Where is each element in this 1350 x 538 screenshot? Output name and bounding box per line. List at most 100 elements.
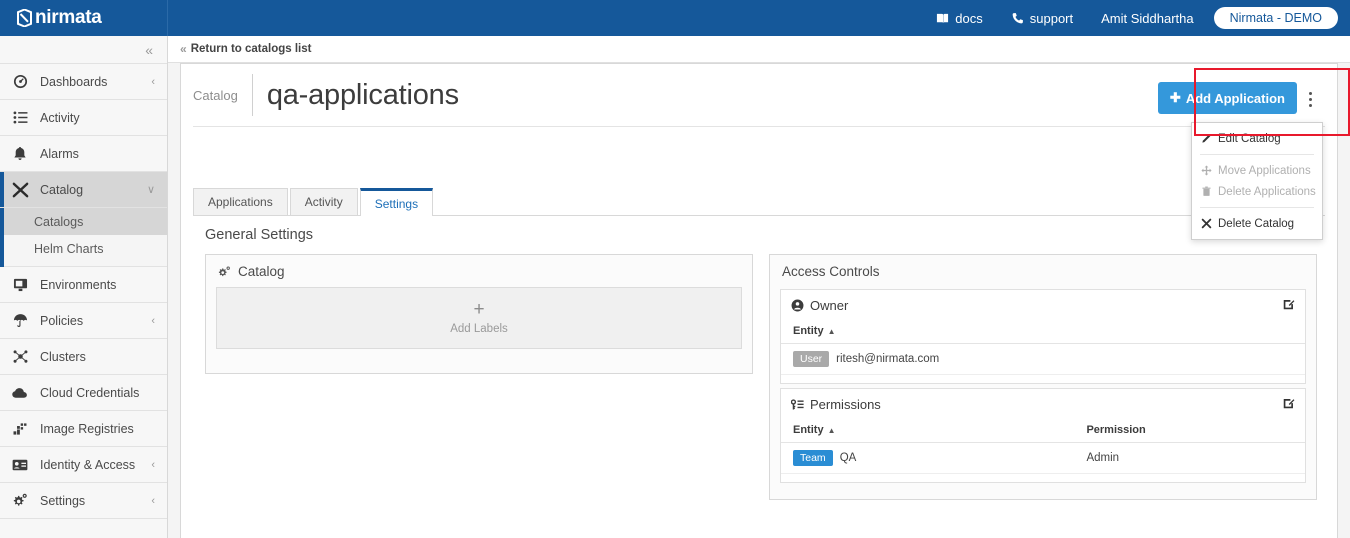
sidebar-item-label: Settings [40, 493, 86, 508]
owner-header-row: Entity ▲ [781, 319, 1305, 344]
tab-label: Settings [374, 196, 419, 211]
table-row[interactable]: User ritesh@nirmata.com [781, 343, 1305, 375]
top-header-bar: nirmata docs support Amit Siddhartha Nir… [0, 0, 1350, 36]
add-labels-dropzone[interactable]: + Add Labels [216, 287, 742, 349]
permissions-col-permission-label: Permission [1086, 424, 1146, 436]
org-selector[interactable]: Nirmata - DEMO [1213, 7, 1338, 29]
permissions-table-padding [781, 474, 1305, 482]
key-list-icon [791, 398, 804, 411]
sidebar-item-label: Cloud Credentials [40, 385, 140, 400]
add-application-button[interactable]: ✚ Add Application [1157, 82, 1297, 114]
return-to-catalogs-link[interactable]: « Return to catalogs list [180, 42, 311, 56]
user-name[interactable]: Amit Siddhartha [1087, 0, 1208, 36]
tab-activity[interactable]: Activity [289, 188, 358, 215]
sidebar-item-identity-access[interactable]: Identity & Access ‹ [0, 447, 167, 483]
access-controls-title: Access Controls [782, 264, 880, 279]
sidebar-item-helm-charts[interactable]: Helm Charts [0, 235, 167, 262]
permissions-entity-cell: Team QA [781, 442, 1075, 474]
breadcrumb: Catalog [193, 87, 238, 103]
edit-square-icon[interactable] [1283, 397, 1295, 412]
support-label: support [1029, 10, 1074, 26]
sidebar-item-catalogs[interactable]: Catalogs [0, 208, 167, 235]
add-application-label: Add Application [1185, 90, 1285, 106]
permissions-col-permission[interactable]: Permission [1074, 418, 1305, 443]
catalog-x-icon [0, 182, 40, 198]
sort-ascending-icon: ▲ [827, 426, 836, 435]
speedometer-icon [0, 74, 40, 89]
sidebar-item-dashboards[interactable]: Dashboards ‹ [0, 64, 167, 100]
x-icon [1201, 218, 1218, 229]
menu-item-delete-catalog[interactable]: Delete Catalog [1192, 213, 1322, 234]
sidebar-item-activity[interactable]: Activity [0, 100, 167, 136]
kebab-menu-icon[interactable] [1297, 82, 1323, 116]
tab-bar: Applications Activity Settings [193, 188, 1325, 216]
menu-item-delete-applications[interactable]: Delete Applications [1192, 181, 1322, 202]
plus-icon: ✚ [1169, 90, 1181, 105]
registry-icon [0, 422, 40, 436]
cog-small-icon [218, 266, 231, 278]
pencil-icon [1201, 133, 1218, 144]
sidebar-item-label: Clusters [40, 349, 86, 364]
sidebar-item-cloud-credentials[interactable]: Cloud Credentials [0, 375, 167, 411]
tab-label: Activity [304, 195, 343, 209]
menu-item-move-applications[interactable]: Move Applications [1192, 160, 1322, 181]
sidebar-item-label: Image Registries [40, 421, 134, 436]
gear-icon [0, 493, 40, 508]
owner-col-entity[interactable]: Entity ▲ [781, 319, 1305, 344]
return-link-label: Return to catalogs list [190, 43, 312, 55]
menu-item-label: Edit Catalog [1218, 132, 1281, 145]
section-title-general-settings: General Settings [205, 227, 314, 243]
tab-applications[interactable]: Applications [193, 188, 288, 215]
cloud-icon [0, 387, 40, 399]
owner-subpanel: Owner Entity ▲ User ritesh@nirmata.com [780, 289, 1306, 384]
owner-header: Owner [781, 290, 1305, 319]
nirmata-logo-icon [16, 9, 33, 27]
docs-link[interactable]: docs [922, 0, 996, 36]
docs-label: docs [955, 10, 983, 26]
sidebar-item-environments[interactable]: Environments [0, 267, 167, 303]
kebab-dot [1308, 103, 1312, 107]
sidebar-collapse-button[interactable]: « [0, 36, 167, 64]
sidebar-item-clusters[interactable]: Clusters [0, 339, 167, 375]
sidebar-item-label: Policies [40, 313, 84, 328]
add-labels-label: Add Labels [450, 323, 508, 335]
breadcrumb-divider [251, 74, 253, 116]
permissions-table-head: Entity ▲ Permission [781, 418, 1305, 443]
double-chevron-left-icon: « [180, 42, 187, 56]
status-badge: Team [793, 450, 833, 466]
monitor-icon [0, 278, 40, 292]
chevron-left-icon: ‹ [151, 494, 155, 507]
sidebar-item-alarms[interactable]: Alarms [0, 136, 167, 172]
table-row[interactable]: Team QA Admin [781, 442, 1305, 474]
sidebar-subitem-label: Catalogs [34, 214, 84, 229]
access-controls-header: Access Controls [770, 255, 1316, 285]
sidebar-item-policies[interactable]: Policies ‹ [0, 303, 167, 339]
menu-item-edit-catalog[interactable]: Edit Catalog [1192, 128, 1322, 149]
edit-square-icon[interactable] [1283, 298, 1295, 313]
chevron-down-icon: ∨ [146, 184, 155, 196]
phone-icon [1011, 12, 1024, 25]
menu-divider [1200, 154, 1314, 155]
sidebar-item-catalog[interactable]: Catalog ∨ [0, 172, 167, 208]
brand-logo-area[interactable]: nirmata [0, 0, 168, 36]
sidebar-item-image-registries[interactable]: Image Registries [0, 411, 167, 447]
move-icon [1201, 165, 1218, 176]
support-link[interactable]: support [997, 0, 1087, 36]
permissions-table: Entity ▲ Permission Team QA Admin [781, 418, 1305, 474]
tab-settings[interactable]: Settings [359, 188, 434, 216]
menu-divider [1200, 207, 1314, 208]
owner-entity-value: ritesh@nirmata.com [836, 353, 940, 365]
access-controls-panel: Access Controls Owner Entity ▲ User rite… [769, 254, 1317, 500]
return-bar: « Return to catalogs list [168, 36, 1350, 63]
page-title: qa-applications [266, 78, 459, 111]
sidebar-item-settings[interactable]: Settings ‹ [0, 483, 167, 519]
permissions-header-row: Entity ▲ Permission [781, 418, 1305, 443]
tab-label: Applications [208, 195, 273, 209]
permissions-col-entity-label: Entity [793, 424, 824, 436]
plus-icon: + [473, 299, 485, 320]
permissions-col-entity[interactable]: Entity ▲ [781, 418, 1075, 443]
menu-item-label: Move Applications [1218, 164, 1311, 177]
sidebar: « Dashboards ‹ Activity Alarms Catalog ∨… [0, 36, 168, 538]
kebab-dot [1308, 97, 1312, 101]
chevron-left-icon: ‹ [151, 75, 155, 88]
